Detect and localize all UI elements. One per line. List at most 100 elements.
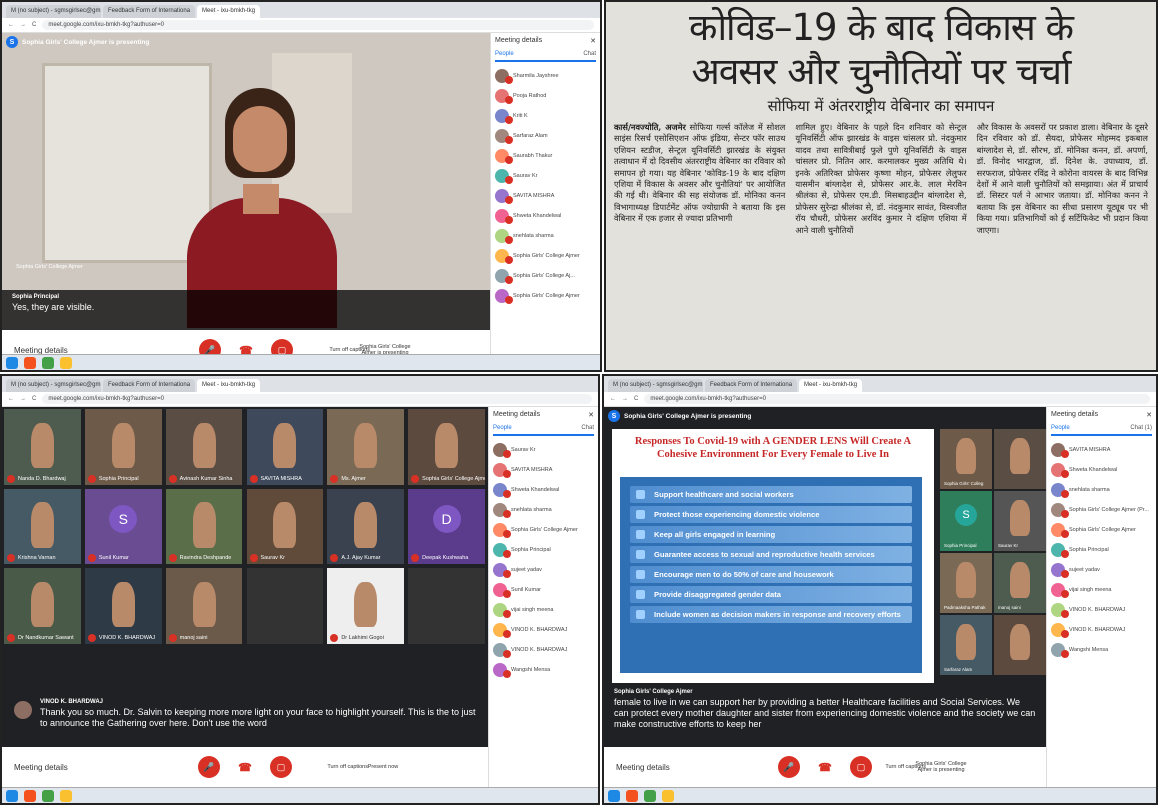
participant-row[interactable]: Wangshi Mensa [493, 660, 594, 680]
participant-row[interactable]: Wangshi Mensa [1051, 640, 1152, 660]
tab-people[interactable]: People [493, 425, 512, 431]
video-tile[interactable] [994, 615, 1046, 675]
participant-row[interactable]: Sharmila Jayshree [495, 66, 596, 86]
video-tile[interactable]: manoj saini [994, 553, 1046, 613]
participant-row[interactable]: VINOD K. BHARDWAJ [1051, 620, 1152, 640]
back-icon[interactable]: ← [8, 396, 14, 402]
participant-row[interactable]: SAVITA MISHRA [495, 186, 596, 206]
url-field[interactable]: meet.google.com/ixu-bmkh-tkg?authuser=0 [42, 20, 594, 30]
end-call-icon[interactable]: ☎ [814, 756, 836, 778]
participant-row[interactable]: snehlata sharma [1051, 480, 1152, 500]
video-tile[interactable]: Krishna Varnan [4, 488, 81, 565]
start-icon[interactable] [608, 789, 620, 802]
url-field[interactable]: meet.google.com/ixu-bmkh-tkg?authuser=0 [644, 394, 1150, 404]
reload-icon[interactable]: C [634, 396, 638, 402]
meeting-details-button[interactable]: Meeting details [616, 763, 670, 772]
participant-row[interactable]: Sophia Girls' College Ajmer [495, 246, 596, 266]
video-tile[interactable] [994, 429, 1046, 489]
tab-chat[interactable]: Chat [583, 51, 596, 57]
browser-tab[interactable]: M (no subject) - sgmsgirlsec@gm [608, 379, 703, 392]
browser-tab-active[interactable]: Meet - ixu-bmkh-tkg [197, 379, 261, 392]
participant-row[interactable]: Sophia Girls' College Ajmer (Pr... [1051, 500, 1152, 520]
close-icon[interactable]: ✕ [590, 37, 596, 45]
back-icon[interactable]: ← [610, 396, 616, 402]
mic-off-icon[interactable]: 🎤 [778, 756, 800, 778]
participant-row[interactable]: Sunil Kumar [493, 580, 594, 600]
back-icon[interactable]: ← [8, 22, 14, 28]
forward-icon[interactable]: → [20, 396, 26, 402]
participant-row[interactable]: Saurabh Thakur [495, 146, 596, 166]
video-tile[interactable] [246, 568, 324, 644]
chrome-icon[interactable] [42, 789, 54, 802]
video-tile[interactable]: Dr Nandkumar Sawant [4, 568, 81, 644]
video-tile[interactable]: Padmaaksha Pathak [940, 553, 992, 613]
close-icon[interactable]: ✕ [1146, 411, 1152, 419]
participant-row[interactable]: Sophia Girls' College Aj... [495, 266, 596, 286]
browser-icon[interactable] [24, 356, 36, 369]
video-tile[interactable]: Ms. Ajmer [327, 409, 405, 485]
browser-tab[interactable]: Feedback Form of Internationa [103, 379, 196, 392]
video-tile[interactable]: Sophia Girls' College Ajmer [408, 409, 485, 485]
participant-row[interactable]: Sophia Girls' College Ajmer [1051, 520, 1152, 540]
meeting-details-button[interactable]: Meeting details [14, 763, 68, 772]
camera-off-icon[interactable]: ▢ [850, 756, 872, 778]
video-tile[interactable]: Nanda D. Bhardwaj [4, 409, 81, 485]
video-tile[interactable]: D Deepak Kushwaha [408, 488, 485, 565]
browser-tab[interactable]: Feedback Form of Internationa [705, 379, 798, 392]
video-tile[interactable]: SAVITA MISHRA [246, 409, 324, 485]
participant-row[interactable]: Saurav Kr [495, 166, 596, 186]
camera-off-icon[interactable]: ▢ [270, 756, 292, 778]
forward-icon[interactable]: → [622, 396, 628, 402]
participant-row[interactable]: Sophia Principal [1051, 540, 1152, 560]
folder-icon[interactable] [60, 789, 72, 802]
end-call-icon[interactable]: ☎ [234, 756, 256, 778]
video-tile[interactable] [408, 568, 485, 644]
participant-row[interactable]: Shweta Khandelwal [493, 480, 594, 500]
participant-row[interactable]: Shweta Khandelwal [495, 206, 596, 226]
participant-row[interactable]: Saurav Kr [493, 440, 594, 460]
folder-icon[interactable] [60, 356, 72, 369]
video-tile[interactable]: Saurav Kr [246, 488, 324, 565]
participant-row[interactable]: Sophia Girls' College Ajmer [495, 286, 596, 306]
video-tile[interactable]: Sarfaraz Alam [940, 615, 992, 675]
reload-icon[interactable]: C [32, 396, 36, 402]
video-tile[interactable]: Sophia Girls' Colleg [940, 429, 992, 489]
browser-tab[interactable]: Feedback Form of Internationa [103, 5, 196, 18]
chrome-icon[interactable] [644, 789, 656, 802]
chrome-icon[interactable] [42, 356, 54, 369]
video-tile[interactable]: Avinash Kumar Sinha [165, 409, 243, 485]
participant-row[interactable]: Sarfaraz Alam [495, 126, 596, 146]
mic-off-icon[interactable]: 🎤 [198, 756, 220, 778]
present-button[interactable]: Sophia Girls' College Ajmer is presentin… [911, 761, 971, 773]
participant-row[interactable]: VINOD K. BHARDWAJ [1051, 600, 1152, 620]
browser-tab[interactable]: M (no subject) - sgmsgirlsec@gm [6, 379, 101, 392]
participant-row[interactable]: Sophia Girls' College Ajmer [493, 520, 594, 540]
video-tile[interactable]: Dr Lakhimi Gogoi [327, 568, 405, 644]
participant-row[interactable]: VINOD K. BHARDWAJ [493, 620, 594, 640]
url-field[interactable]: meet.google.com/ixu-bmkh-tkg?authuser=0 [42, 394, 592, 404]
folder-icon[interactable] [662, 789, 674, 802]
video-tile[interactable]: Saurav Kr [994, 491, 1046, 551]
browser-icon[interactable] [24, 789, 36, 802]
participant-row[interactable]: Pooja Rathod [495, 86, 596, 106]
participant-row[interactable]: sujeet yadav [493, 560, 594, 580]
browser-icon[interactable] [626, 789, 638, 802]
tab-people[interactable]: People [1051, 425, 1070, 431]
start-icon[interactable] [6, 789, 18, 802]
close-icon[interactable]: ✕ [588, 411, 594, 419]
video-tile[interactable]: manoj saini [165, 568, 243, 644]
tab-chat[interactable]: Chat (1) [1130, 425, 1152, 431]
participant-row[interactable]: Kriti K [495, 106, 596, 126]
participant-row[interactable]: Sophia Principal [493, 540, 594, 560]
participant-row[interactable]: VINOD K. BHARDWAJ [493, 640, 594, 660]
participant-row[interactable]: SAVITA MISHRA [1051, 440, 1152, 460]
tab-people[interactable]: People [495, 51, 514, 57]
tab-chat[interactable]: Chat [581, 425, 594, 431]
browser-tab-active[interactable]: Meet - ixu-bmkh-tkg [799, 379, 863, 392]
participant-row[interactable]: sujeet yadav [1051, 560, 1152, 580]
video-tile[interactable]: S Sunil Kumar [84, 488, 162, 565]
video-tile[interactable]: Sophia Principal [84, 409, 162, 485]
participant-row[interactable]: vijai singh meena [1051, 580, 1152, 600]
reload-icon[interactable]: C [32, 22, 36, 28]
participant-row[interactable]: vijai singh meena [493, 600, 594, 620]
